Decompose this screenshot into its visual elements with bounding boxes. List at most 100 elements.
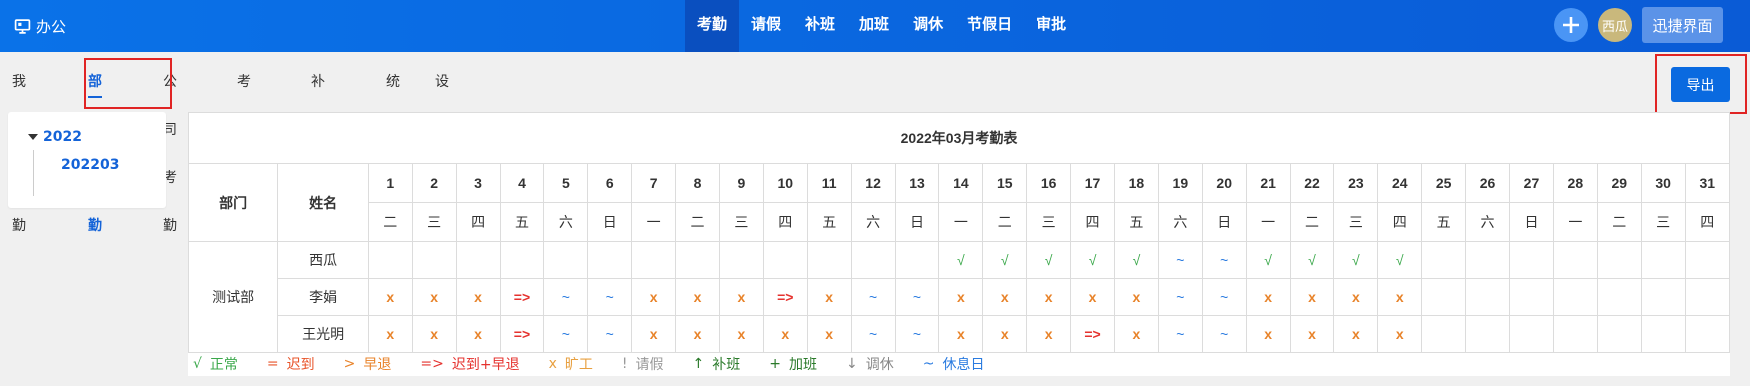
sub-tab[interactable]: 设置 — [435, 58, 449, 138]
sub-tab[interactable]: 考勤明细 — [237, 58, 251, 234]
attendance-mark[interactable]: x — [806, 278, 852, 316]
attendance-mark[interactable] — [850, 241, 896, 279]
attendance-mark[interactable]: x — [1026, 278, 1072, 316]
top-nav-item[interactable]: 调休 — [901, 0, 955, 52]
attendance-mark[interactable]: ~ — [1201, 278, 1247, 316]
attendance-mark[interactable]: x — [718, 278, 764, 316]
attendance-mark[interactable] — [718, 241, 764, 279]
attendance-mark[interactable] — [543, 241, 589, 279]
attendance-mark[interactable]: ~ — [543, 315, 589, 353]
top-nav-item[interactable]: 加班 — [847, 0, 901, 52]
quick-ui-button[interactable]: 迅捷界面 — [1642, 7, 1723, 43]
attendance-mark[interactable]: x — [631, 315, 677, 353]
attendance-mark[interactable]: x — [411, 278, 457, 316]
attendance-mark[interactable]: √ — [982, 241, 1028, 279]
attendance-mark[interactable] — [762, 241, 808, 279]
attendance-mark[interactable]: x — [1070, 278, 1115, 316]
attendance-mark[interactable]: x — [1245, 315, 1291, 353]
attendance-mark[interactable]: x — [1333, 278, 1379, 316]
attendance-mark[interactable] — [1509, 315, 1554, 353]
attendance-mark[interactable] — [1684, 278, 1731, 316]
attendance-mark[interactable]: x — [1113, 278, 1159, 316]
attendance-mark[interactable] — [1465, 278, 1510, 316]
attendance-mark[interactable]: x — [938, 315, 984, 353]
attendance-mark[interactable]: ~ — [850, 315, 896, 353]
attendance-mark[interactable] — [1552, 278, 1598, 316]
attendance-mark[interactable] — [675, 241, 720, 279]
attendance-mark[interactable]: ~ — [587, 278, 633, 316]
attendance-mark[interactable] — [499, 241, 545, 279]
attendance-mark[interactable] — [455, 241, 501, 279]
attendance-mark[interactable]: x — [455, 278, 501, 316]
sub-tab[interactable]: 我的考勤 — [12, 58, 26, 234]
attendance-mark[interactable]: x — [411, 315, 457, 353]
attendance-mark[interactable]: => — [499, 278, 545, 316]
attendance-mark[interactable] — [1640, 241, 1686, 279]
attendance-mark[interactable]: √ — [1070, 241, 1115, 279]
tree-month-node[interactable]: 202203 — [61, 157, 119, 173]
tree-year-node[interactable]: 2022 — [28, 129, 82, 145]
attendance-mark[interactable]: ~ — [894, 278, 940, 316]
add-button[interactable] — [1554, 8, 1588, 42]
attendance-mark[interactable]: ~ — [894, 315, 940, 353]
attendance-mark[interactable]: x — [938, 278, 984, 316]
top-nav-item[interactable]: 补班 — [793, 0, 847, 52]
attendance-mark[interactable]: √ — [1289, 241, 1335, 279]
attendance-mark[interactable]: x — [1377, 315, 1423, 353]
attendance-mark[interactable] — [631, 241, 677, 279]
attendance-mark[interactable]: ~ — [1157, 278, 1203, 316]
attendance-mark[interactable]: x — [631, 278, 677, 316]
attendance-mark[interactable]: ~ — [1157, 241, 1203, 279]
attendance-mark[interactable]: x — [455, 315, 501, 353]
attendance-mark[interactable]: x — [762, 315, 808, 353]
attendance-mark[interactable]: ~ — [1201, 241, 1247, 279]
attendance-mark[interactable] — [1465, 241, 1510, 279]
attendance-mark[interactable] — [1596, 278, 1642, 316]
top-nav-item[interactable]: 节假日 — [955, 0, 1024, 52]
attendance-mark[interactable]: √ — [1113, 241, 1159, 279]
attendance-mark[interactable]: x — [675, 278, 720, 316]
attendance-mark[interactable]: ~ — [1201, 315, 1247, 353]
attendance-mark[interactable] — [1509, 278, 1554, 316]
attendance-mark[interactable] — [1640, 315, 1686, 353]
attendance-mark[interactable]: x — [982, 278, 1028, 316]
attendance-mark[interactable]: x — [1377, 278, 1423, 316]
attendance-mark[interactable]: x — [718, 315, 764, 353]
attendance-mark[interactable]: √ — [1377, 241, 1423, 279]
export-button[interactable]: 导出 — [1671, 67, 1730, 102]
attendance-mark[interactable] — [1684, 315, 1731, 353]
attendance-mark[interactable]: x — [1245, 278, 1291, 316]
attendance-mark[interactable]: ~ — [543, 278, 589, 316]
attendance-mark[interactable] — [1421, 315, 1467, 353]
attendance-mark[interactable] — [1552, 241, 1598, 279]
attendance-mark[interactable]: x — [1026, 315, 1072, 353]
attendance-mark[interactable]: √ — [938, 241, 984, 279]
top-nav-item[interactable]: 审批 — [1024, 0, 1078, 52]
attendance-mark[interactable]: => — [499, 315, 545, 353]
attendance-mark[interactable]: √ — [1026, 241, 1072, 279]
attendance-mark[interactable]: x — [1289, 278, 1335, 316]
attendance-mark[interactable] — [1465, 315, 1510, 353]
attendance-mark[interactable]: ~ — [850, 278, 896, 316]
attendance-mark[interactable] — [587, 241, 633, 279]
attendance-mark[interactable]: x — [367, 315, 413, 353]
attendance-mark[interactable] — [411, 241, 457, 279]
attendance-mark[interactable]: x — [982, 315, 1028, 353]
attendance-mark[interactable]: x — [675, 315, 720, 353]
attendance-mark[interactable] — [806, 241, 852, 279]
sub-tab[interactable]: 补录审核 — [311, 58, 325, 234]
attendance-mark[interactable] — [1596, 315, 1642, 353]
attendance-mark[interactable] — [1509, 241, 1554, 279]
attendance-mark[interactable] — [367, 241, 413, 279]
top-nav-item[interactable]: 请假 — [739, 0, 793, 52]
attendance-mark[interactable]: √ — [1333, 241, 1379, 279]
attendance-mark[interactable]: x — [1289, 315, 1335, 353]
attendance-mark[interactable]: x — [806, 315, 852, 353]
attendance-mark[interactable]: √ — [1245, 241, 1291, 279]
attendance-mark[interactable] — [1684, 241, 1731, 279]
top-nav-item[interactable]: 考勤 — [685, 0, 740, 52]
attendance-mark[interactable] — [1421, 241, 1467, 279]
attendance-mark[interactable]: => — [762, 278, 808, 316]
attendance-mark[interactable]: x — [367, 278, 413, 316]
attendance-mark[interactable]: ~ — [587, 315, 633, 353]
